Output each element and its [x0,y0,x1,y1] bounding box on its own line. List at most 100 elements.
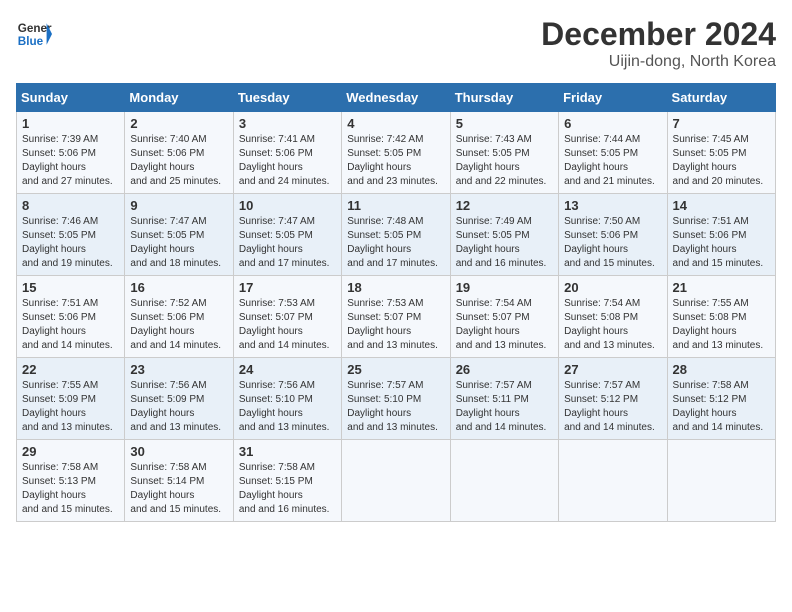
day-number: 10 [239,198,336,213]
calendar-cell: 26 Sunrise: 7:57 AMSunset: 5:11 PMDaylig… [450,358,558,440]
day-number: 4 [347,116,444,131]
day-number: 28 [673,362,770,377]
calendar-cell: 29 Sunrise: 7:58 AMSunset: 5:13 PMDaylig… [17,440,125,522]
day-header-friday: Friday [559,84,667,112]
calendar-cell: 28 Sunrise: 7:58 AMSunset: 5:12 PMDaylig… [667,358,775,440]
day-number: 23 [130,362,227,377]
calendar-cell: 22 Sunrise: 7:55 AMSunset: 5:09 PMDaylig… [17,358,125,440]
day-info: Sunrise: 7:58 AMSunset: 5:12 PMDaylight … [673,380,764,433]
day-number: 11 [347,198,444,213]
day-info: Sunrise: 7:54 AMSunset: 5:08 PMDaylight … [564,298,655,351]
day-info: Sunrise: 7:58 AMSunset: 5:13 PMDaylight … [22,462,113,515]
calendar-cell: 16 Sunrise: 7:52 AMSunset: 5:06 PMDaylig… [125,276,233,358]
day-number: 2 [130,116,227,131]
calendar-cell: 24 Sunrise: 7:56 AMSunset: 5:10 PMDaylig… [233,358,341,440]
day-info: Sunrise: 7:58 AMSunset: 5:14 PMDaylight … [130,462,221,515]
day-info: Sunrise: 7:50 AMSunset: 5:06 PMDaylight … [564,216,655,269]
day-info: Sunrise: 7:44 AMSunset: 5:05 PMDaylight … [564,134,655,187]
day-info: Sunrise: 7:57 AMSunset: 5:12 PMDaylight … [564,380,655,433]
title-block: December 2024 Uijin-dong, North Korea [541,16,776,71]
day-number: 13 [564,198,661,213]
day-number: 24 [239,362,336,377]
calendar-cell: 17 Sunrise: 7:53 AMSunset: 5:07 PMDaylig… [233,276,341,358]
calendar-cell: 11 Sunrise: 7:48 AMSunset: 5:05 PMDaylig… [342,194,450,276]
day-number: 3 [239,116,336,131]
calendar-cell: 10 Sunrise: 7:47 AMSunset: 5:05 PMDaylig… [233,194,341,276]
calendar-cell: 2 Sunrise: 7:40 AMSunset: 5:06 PMDayligh… [125,112,233,194]
calendar-cell: 3 Sunrise: 7:41 AMSunset: 5:06 PMDayligh… [233,112,341,194]
calendar-table: SundayMondayTuesdayWednesdayThursdayFrid… [16,83,776,522]
day-info: Sunrise: 7:45 AMSunset: 5:05 PMDaylight … [673,134,764,187]
day-info: Sunrise: 7:41 AMSunset: 5:06 PMDaylight … [239,134,330,187]
svg-text:Blue: Blue [18,35,44,48]
day-number: 6 [564,116,661,131]
day-info: Sunrise: 7:55 AMSunset: 5:09 PMDaylight … [22,380,113,433]
calendar-cell: 18 Sunrise: 7:53 AMSunset: 5:07 PMDaylig… [342,276,450,358]
calendar-cell: 20 Sunrise: 7:54 AMSunset: 5:08 PMDaylig… [559,276,667,358]
day-info: Sunrise: 7:48 AMSunset: 5:05 PMDaylight … [347,216,438,269]
calendar-cell: 7 Sunrise: 7:45 AMSunset: 5:05 PMDayligh… [667,112,775,194]
day-number: 25 [347,362,444,377]
day-info: Sunrise: 7:47 AMSunset: 5:05 PMDaylight … [239,216,330,269]
day-header-wednesday: Wednesday [342,84,450,112]
day-number: 17 [239,280,336,295]
subtitle: Uijin-dong, North Korea [541,53,776,71]
calendar-cell: 1 Sunrise: 7:39 AMSunset: 5:06 PMDayligh… [17,112,125,194]
day-header-monday: Monday [125,84,233,112]
calendar-cell: 5 Sunrise: 7:43 AMSunset: 5:05 PMDayligh… [450,112,558,194]
day-number: 7 [673,116,770,131]
main-title: December 2024 [541,16,776,53]
calendar-cell: 23 Sunrise: 7:56 AMSunset: 5:09 PMDaylig… [125,358,233,440]
day-info: Sunrise: 7:52 AMSunset: 5:06 PMDaylight … [130,298,221,351]
calendar-cell: 9 Sunrise: 7:47 AMSunset: 5:05 PMDayligh… [125,194,233,276]
day-number: 22 [22,362,119,377]
calendar-cell [450,440,558,522]
calendar-cell: 8 Sunrise: 7:46 AMSunset: 5:05 PMDayligh… [17,194,125,276]
day-number: 19 [456,280,553,295]
calendar-cell: 27 Sunrise: 7:57 AMSunset: 5:12 PMDaylig… [559,358,667,440]
day-header-tuesday: Tuesday [233,84,341,112]
day-number: 8 [22,198,119,213]
day-number: 12 [456,198,553,213]
day-info: Sunrise: 7:49 AMSunset: 5:05 PMDaylight … [456,216,547,269]
day-info: Sunrise: 7:53 AMSunset: 5:07 PMDaylight … [239,298,330,351]
day-info: Sunrise: 7:56 AMSunset: 5:10 PMDaylight … [239,380,330,433]
calendar-cell: 15 Sunrise: 7:51 AMSunset: 5:06 PMDaylig… [17,276,125,358]
calendar-cell: 19 Sunrise: 7:54 AMSunset: 5:07 PMDaylig… [450,276,558,358]
day-info: Sunrise: 7:43 AMSunset: 5:05 PMDaylight … [456,134,547,187]
day-info: Sunrise: 7:53 AMSunset: 5:07 PMDaylight … [347,298,438,351]
day-info: Sunrise: 7:51 AMSunset: 5:06 PMDaylight … [673,216,764,269]
calendar-cell: 21 Sunrise: 7:55 AMSunset: 5:08 PMDaylig… [667,276,775,358]
day-number: 27 [564,362,661,377]
day-info: Sunrise: 7:46 AMSunset: 5:05 PMDaylight … [22,216,113,269]
day-header-thursday: Thursday [450,84,558,112]
day-number: 9 [130,198,227,213]
day-info: Sunrise: 7:56 AMSunset: 5:09 PMDaylight … [130,380,221,433]
day-number: 1 [22,116,119,131]
day-info: Sunrise: 7:40 AMSunset: 5:06 PMDaylight … [130,134,221,187]
calendar-cell: 6 Sunrise: 7:44 AMSunset: 5:05 PMDayligh… [559,112,667,194]
day-header-saturday: Saturday [667,84,775,112]
day-info: Sunrise: 7:57 AMSunset: 5:11 PMDaylight … [456,380,547,433]
day-number: 31 [239,444,336,459]
day-info: Sunrise: 7:42 AMSunset: 5:05 PMDaylight … [347,134,438,187]
logo-icon: General Blue [16,16,52,52]
day-number: 18 [347,280,444,295]
day-number: 20 [564,280,661,295]
day-info: Sunrise: 7:55 AMSunset: 5:08 PMDaylight … [673,298,764,351]
day-number: 15 [22,280,119,295]
page-header: General Blue December 2024 Uijin-dong, N… [16,16,776,71]
calendar-cell: 30 Sunrise: 7:58 AMSunset: 5:14 PMDaylig… [125,440,233,522]
day-number: 14 [673,198,770,213]
day-info: Sunrise: 7:58 AMSunset: 5:15 PMDaylight … [239,462,330,515]
calendar-cell: 4 Sunrise: 7:42 AMSunset: 5:05 PMDayligh… [342,112,450,194]
day-info: Sunrise: 7:57 AMSunset: 5:10 PMDaylight … [347,380,438,433]
calendar-cell [342,440,450,522]
day-number: 21 [673,280,770,295]
day-info: Sunrise: 7:47 AMSunset: 5:05 PMDaylight … [130,216,221,269]
calendar-cell [667,440,775,522]
calendar-cell: 31 Sunrise: 7:58 AMSunset: 5:15 PMDaylig… [233,440,341,522]
logo: General Blue [16,16,52,52]
day-number: 29 [22,444,119,459]
day-number: 30 [130,444,227,459]
